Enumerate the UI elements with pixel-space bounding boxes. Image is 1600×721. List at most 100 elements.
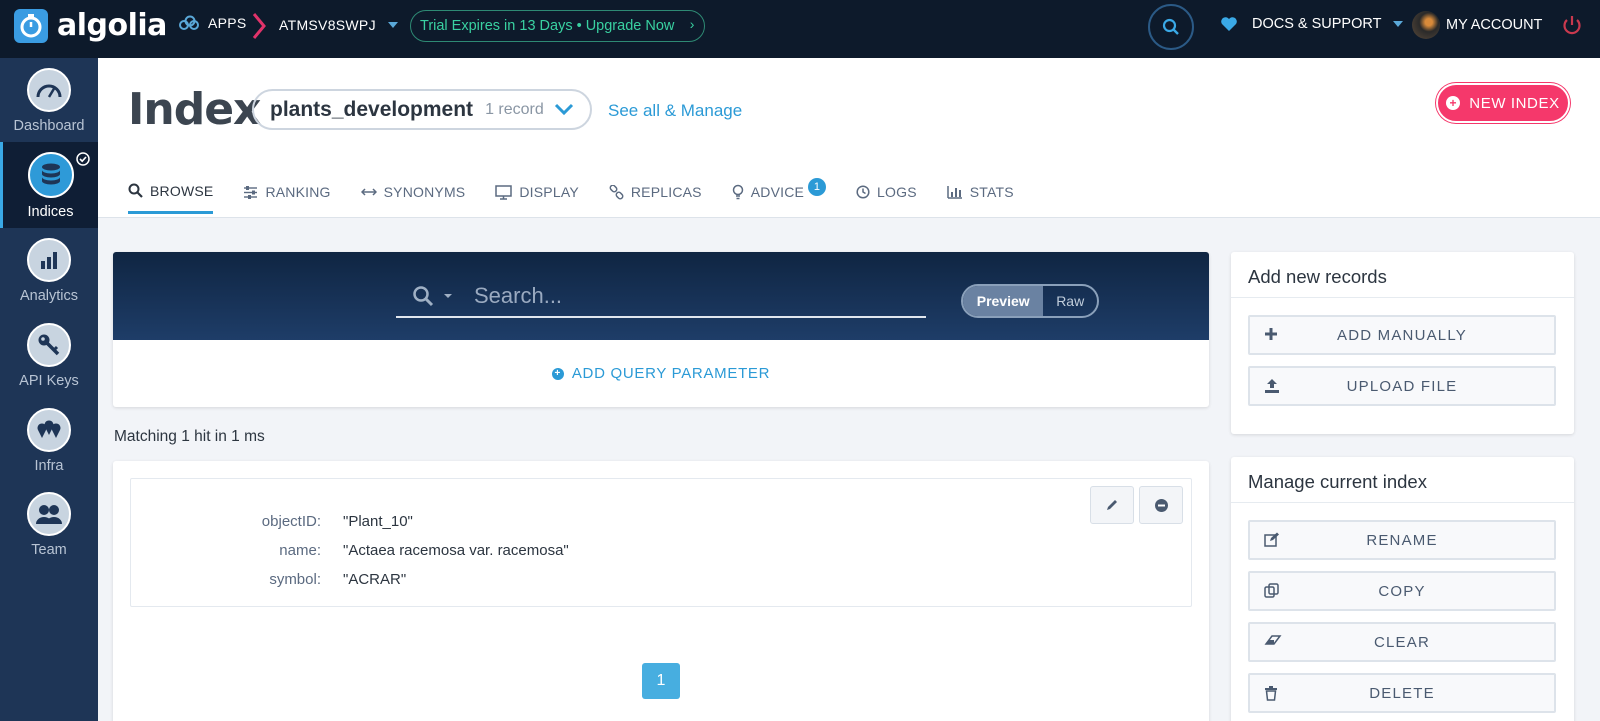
pagination-page-1[interactable]: 1	[642, 663, 680, 699]
app-id-label: ATMSV8SWPJ	[279, 17, 376, 33]
tab-label: STATS	[969, 184, 1014, 200]
search-input[interactable]	[474, 283, 894, 309]
sidebar-item-label: Indices	[27, 204, 74, 220]
logo-text: algolia	[57, 8, 167, 43]
arrows-icon	[360, 188, 377, 196]
tab-label: BROWSE	[150, 182, 214, 199]
sliders-icon	[244, 185, 258, 199]
top-bar: algolia APPS ATMSV8SWPJ Trial Expires in…	[0, 0, 1600, 58]
trial-label: Trial Expires in 13 Days • Upgrade Now	[420, 18, 675, 34]
global-search-button[interactable]	[1148, 4, 1194, 50]
button-label: RENAME	[1366, 531, 1438, 549]
heart-icon	[1221, 17, 1237, 31]
caret-down-icon	[1393, 21, 1404, 27]
tab-logs[interactable]: LOGS	[856, 170, 917, 214]
search-icon[interactable]	[412, 285, 434, 307]
sidebar: Dashboard Indices Analytics API Keys Inf…	[0, 58, 98, 721]
tab-replicas[interactable]: REPLICAS	[609, 170, 702, 214]
tab-label: RANKING	[265, 184, 331, 200]
tab-stats[interactable]: STATS	[947, 170, 1014, 214]
sidebar-item-label: Analytics	[19, 288, 79, 304]
docs-label: DOCS & SUPPORT	[1252, 16, 1382, 32]
sidebar-item-dashboard[interactable]: Dashboard	[0, 58, 98, 144]
upload-file-button[interactable]: UPLOAD FILE	[1248, 366, 1556, 406]
tab-label: LOGS	[877, 184, 917, 200]
trash-icon	[1265, 686, 1277, 701]
tab-ranking[interactable]: RANKING	[243, 170, 330, 214]
field-key: objectID:	[261, 512, 321, 530]
copy-index-button[interactable]: COPY	[1248, 571, 1556, 611]
raw-toggle[interactable]: Raw	[1043, 286, 1097, 316]
clear-index-button[interactable]: CLEAR	[1248, 622, 1556, 662]
caret-down-icon[interactable]	[444, 294, 452, 298]
tab-advice[interactable]: ADVICE 1	[732, 170, 827, 214]
index-name: plants_development	[270, 97, 474, 121]
monitor-icon	[495, 184, 513, 200]
index-tabs: BROWSE RANKING SYNONYMS DISPLAY REPLICAS…	[128, 170, 1044, 218]
minus-circle-icon	[1154, 498, 1168, 512]
add-query-parameter-button[interactable]: + ADD QUERY PARAMETER	[113, 340, 1209, 407]
add-manually-button[interactable]: ADD MANUALLY	[1248, 315, 1556, 355]
bulb-icon	[732, 184, 743, 200]
field-key: symbol:	[269, 570, 321, 588]
sidebar-item-team[interactable]: Team	[0, 482, 98, 568]
advice-count-badge: 1	[808, 178, 827, 196]
account-menu[interactable]: MY ACCOUNT	[1412, 11, 1542, 39]
search-box	[396, 276, 926, 318]
search-band: Preview Raw	[113, 252, 1209, 340]
see-all-manage-link[interactable]: See all & Manage	[608, 101, 742, 121]
search-icon	[1162, 18, 1179, 35]
docs-support-menu[interactable]: DOCS & SUPPORT	[1220, 16, 1404, 32]
app-id-selector[interactable]: ATMSV8SWPJ	[279, 17, 398, 33]
stats-icon	[947, 186, 962, 199]
sidebar-item-infra[interactable]: Infra	[0, 398, 98, 484]
field-value: "Actaea racemosa var. racemosa"	[343, 541, 569, 559]
upload-icon	[1265, 379, 1279, 393]
sidebar-item-indices[interactable]: Indices	[0, 142, 98, 228]
tab-display[interactable]: DISPLAY	[495, 170, 579, 214]
edit-icon	[1264, 532, 1279, 547]
preview-raw-toggle: Preview Raw	[961, 284, 1099, 318]
tab-synonyms[interactable]: SYNONYMS	[360, 170, 466, 214]
delete-index-button[interactable]: DELETE	[1248, 673, 1556, 713]
button-label: COPY	[1378, 582, 1426, 600]
bar-chart-icon	[27, 238, 71, 282]
database-icon	[27, 152, 74, 198]
check-circle-icon	[76, 152, 90, 166]
eraser-icon	[1264, 635, 1282, 645]
search-panel: Preview Raw + ADD QUERY PARAMETER	[113, 252, 1209, 407]
copy-icon	[1264, 583, 1279, 598]
tab-browse[interactable]: BROWSE	[128, 170, 214, 214]
new-index-button[interactable]: + NEW INDEX	[1436, 83, 1570, 123]
sidebar-item-api-keys[interactable]: API Keys	[0, 313, 98, 399]
sidebar-item-analytics[interactable]: Analytics	[0, 228, 98, 314]
clock-icon	[856, 185, 870, 199]
rename-index-button[interactable]: RENAME	[1248, 520, 1556, 560]
apps-cloud-icon	[179, 15, 199, 30]
button-label: DELETE	[1369, 684, 1435, 702]
apps-menu[interactable]: APPS	[178, 15, 247, 31]
new-index-label: NEW INDEX	[1469, 94, 1560, 112]
avatar	[1412, 11, 1440, 39]
people-icon	[27, 492, 71, 536]
tab-label: REPLICAS	[630, 184, 702, 200]
field-value: "Plant_10"	[343, 512, 413, 530]
button-label: UPLOAD FILE	[1346, 377, 1458, 395]
button-label: CLEAR	[1373, 633, 1431, 651]
caret-down-icon	[387, 22, 398, 28]
preview-toggle[interactable]: Preview	[963, 286, 1044, 316]
button-label: ADD MANUALLY	[1337, 326, 1467, 344]
account-label: MY ACCOUNT	[1446, 17, 1543, 33]
edit-record-button[interactable]	[1090, 486, 1134, 524]
plus-circle-icon: +	[1446, 96, 1461, 110]
add-records-panel: Add new records ADD MANUALLY UPLOAD FILE	[1231, 252, 1574, 434]
algolia-logo[interactable]: algolia	[14, 8, 167, 43]
plus-icon	[1265, 328, 1277, 340]
power-icon[interactable]	[1562, 14, 1582, 36]
index-selector[interactable]: plants_development 1 record	[252, 89, 592, 130]
key-icon	[27, 323, 71, 367]
delete-record-button[interactable]	[1139, 486, 1183, 524]
trial-upgrade-banner[interactable]: Trial Expires in 13 Days • Upgrade Now ›	[410, 10, 706, 42]
results-panel: objectID: "Plant_10" name: "Actaea racem…	[113, 461, 1209, 721]
page-title: Index	[128, 84, 261, 135]
